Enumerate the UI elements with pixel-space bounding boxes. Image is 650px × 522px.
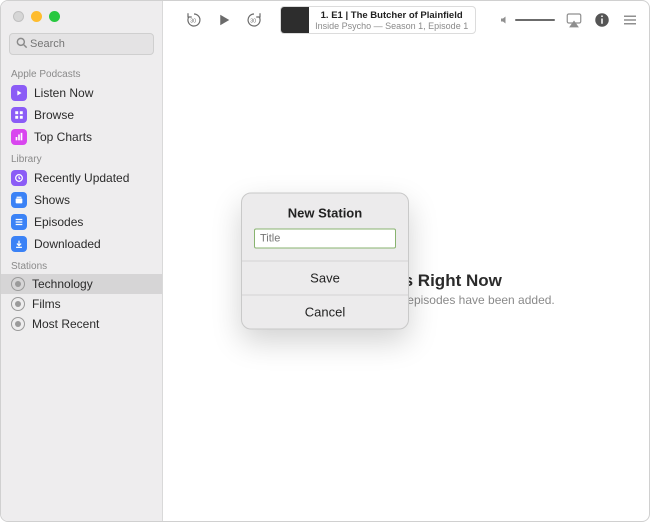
search-icon bbox=[15, 36, 29, 50]
now-playing-artwork bbox=[281, 6, 309, 34]
play-circle-icon bbox=[11, 85, 27, 101]
save-button[interactable]: Save bbox=[242, 261, 408, 295]
sidebar-item-recently-updated[interactable]: Recently Updated bbox=[1, 167, 162, 189]
airplay-icon[interactable] bbox=[565, 11, 583, 29]
station-icon bbox=[11, 317, 25, 331]
sidebar-item-downloaded[interactable]: Downloaded bbox=[1, 233, 162, 255]
sidebar-item-label: Top Charts bbox=[34, 130, 92, 144]
now-playing[interactable]: 1. E1 | The Butcher of Plainfield Inside… bbox=[280, 6, 476, 34]
sidebar-item-label: Listen Now bbox=[34, 86, 93, 100]
svg-text:30: 30 bbox=[190, 18, 196, 24]
sidebar: Apple Podcasts Listen Now Browse Top Cha… bbox=[1, 1, 163, 521]
svg-text:30: 30 bbox=[250, 18, 256, 24]
station-icon bbox=[11, 297, 25, 311]
sidebar-item-browse[interactable]: Browse bbox=[1, 104, 162, 126]
sidebar-item-shows[interactable]: Shows bbox=[1, 189, 162, 211]
window-controls bbox=[13, 11, 60, 22]
sidebar-item-label: Episodes bbox=[34, 215, 83, 229]
minimize-window-button[interactable] bbox=[31, 11, 42, 22]
speaker-icon bbox=[499, 14, 511, 26]
chart-icon bbox=[11, 129, 27, 145]
close-window-button[interactable] bbox=[13, 11, 24, 22]
sidebar-item-label: Technology bbox=[32, 277, 93, 291]
new-station-dialog: New Station Save Cancel bbox=[241, 193, 409, 330]
sidebar-item-label: Browse bbox=[34, 108, 74, 122]
now-playing-subtitle: Inside Psycho — Season 1, Episode 1 bbox=[315, 21, 469, 31]
info-icon[interactable] bbox=[593, 11, 611, 29]
rewind-30-icon[interactable]: 30 bbox=[185, 11, 203, 29]
clock-icon bbox=[11, 170, 27, 186]
app-window: Apple Podcasts Listen Now Browse Top Cha… bbox=[0, 0, 650, 522]
toolbar: 30 30 1. E1 | The Butcher of Plainfield … bbox=[163, 1, 649, 39]
section-label-apple-podcasts: Apple Podcasts bbox=[1, 63, 162, 82]
dialog-title: New Station bbox=[242, 194, 408, 229]
sidebar-item-episodes[interactable]: Episodes bbox=[1, 211, 162, 233]
zoom-window-button[interactable] bbox=[49, 11, 60, 22]
station-title-input[interactable] bbox=[254, 229, 396, 249]
now-playing-title: 1. E1 | The Butcher of Plainfield bbox=[315, 10, 469, 21]
download-icon bbox=[11, 236, 27, 252]
grid-icon bbox=[11, 107, 27, 123]
sidebar-item-label: Recently Updated bbox=[34, 171, 129, 185]
sidebar-item-label: Downloaded bbox=[34, 237, 101, 251]
sidebar-item-listen-now[interactable]: Listen Now bbox=[1, 82, 162, 104]
sidebar-item-technology[interactable]: Technology bbox=[1, 274, 162, 294]
forward-30-icon[interactable]: 30 bbox=[245, 11, 263, 29]
volume-control[interactable] bbox=[499, 14, 555, 26]
play-icon[interactable] bbox=[215, 11, 233, 29]
stack-icon bbox=[11, 192, 27, 208]
sidebar-item-films[interactable]: Films bbox=[1, 294, 162, 314]
section-label-library: Library bbox=[1, 148, 162, 167]
sidebar-item-label: Shows bbox=[34, 193, 70, 207]
playlist-icon[interactable] bbox=[621, 11, 639, 29]
cancel-button[interactable]: Cancel bbox=[242, 295, 408, 329]
station-icon bbox=[11, 277, 25, 291]
search-input[interactable] bbox=[9, 33, 154, 55]
sidebar-item-label: Films bbox=[32, 297, 61, 311]
volume-slider[interactable] bbox=[515, 19, 555, 21]
sidebar-item-top-charts[interactable]: Top Charts bbox=[1, 126, 162, 148]
sidebar-item-most-recent[interactable]: Most Recent bbox=[1, 314, 162, 334]
sidebar-item-label: Most Recent bbox=[32, 317, 99, 331]
section-label-stations: Stations bbox=[1, 255, 162, 274]
list-icon bbox=[11, 214, 27, 230]
